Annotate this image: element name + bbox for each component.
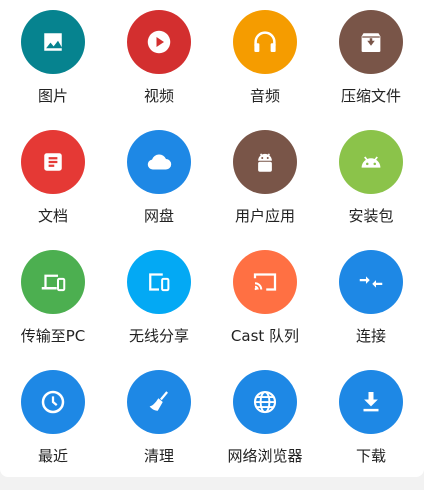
play-icon (127, 10, 191, 74)
file-category-panel: 图片 视频 音频 压缩文件 文档 网盘 用户应用 安装包 传输至PC 无线分享 … (0, 0, 424, 477)
tile-label: 音频 (249, 87, 280, 105)
tile-web-browser[interactable]: 网络浏览器 (212, 370, 318, 490)
tile-images[interactable]: 图片 (0, 10, 106, 130)
tile-cloud-drive[interactable]: 网盘 (106, 130, 212, 250)
tile-label: 文档 (37, 207, 68, 225)
android-icon (339, 130, 403, 194)
globe-icon (233, 370, 297, 434)
tile-label: 下载 (355, 447, 386, 465)
tile-clean[interactable]: 清理 (106, 370, 212, 490)
devices-icon (21, 250, 85, 314)
tile-cast-queue[interactable]: Cast 队列 (212, 250, 318, 370)
tile-label: 用户应用 (234, 207, 295, 225)
tile-label: 图片 (37, 87, 68, 105)
tile-label: 网络浏览器 (227, 447, 303, 465)
broom-icon (127, 370, 191, 434)
download-icon (339, 370, 403, 434)
category-grid: 图片 视频 音频 压缩文件 文档 网盘 用户应用 安装包 传输至PC 无线分享 … (0, 10, 424, 490)
compress-arrows-icon (339, 250, 403, 314)
document-icon (21, 130, 85, 194)
archive-icon (339, 10, 403, 74)
tile-label: 传输至PC (20, 327, 86, 345)
tile-apk-packages[interactable]: 安装包 (318, 130, 424, 250)
tile-label: 网盘 (143, 207, 174, 225)
clock-icon (21, 370, 85, 434)
tile-connect[interactable]: 连接 (318, 250, 424, 370)
tile-label: Cast 队列 (230, 327, 300, 345)
android-icon (233, 130, 297, 194)
cloud-icon (127, 130, 191, 194)
tile-label: 压缩文件 (340, 87, 401, 105)
tile-wireless-share[interactable]: 无线分享 (106, 250, 212, 370)
tile-label: 视频 (143, 87, 174, 105)
tile-audio[interactable]: 音频 (212, 10, 318, 130)
tile-videos[interactable]: 视频 (106, 10, 212, 130)
tile-label: 最近 (37, 447, 68, 465)
tile-user-apps[interactable]: 用户应用 (212, 130, 318, 250)
headphones-icon (233, 10, 297, 74)
phonelink-icon (127, 250, 191, 314)
tile-label: 清理 (143, 447, 174, 465)
tile-label: 连接 (355, 327, 386, 345)
tile-archives[interactable]: 压缩文件 (318, 10, 424, 130)
image-icon (21, 10, 85, 74)
tile-recent[interactable]: 最近 (0, 370, 106, 490)
tile-label: 无线分享 (128, 327, 189, 345)
tile-documents[interactable]: 文档 (0, 130, 106, 250)
tile-downloads[interactable]: 下载 (318, 370, 424, 490)
tile-label: 安装包 (348, 207, 394, 225)
tile-transfer-to-pc[interactable]: 传输至PC (0, 250, 106, 370)
cast-icon (233, 250, 297, 314)
